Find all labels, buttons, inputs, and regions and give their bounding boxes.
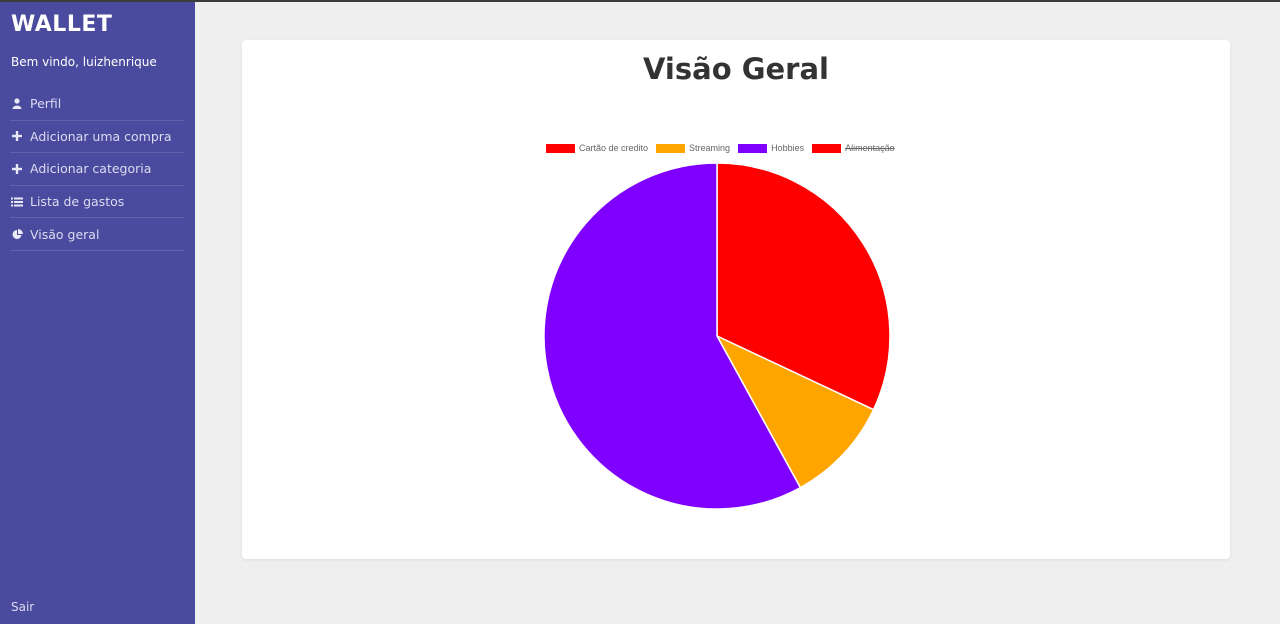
sidebar-item-label: Visão geral bbox=[30, 226, 100, 242]
chart-legend: Cartão de credito Streaming Hobbies Alim… bbox=[546, 143, 895, 153]
legend-swatch bbox=[656, 143, 686, 153]
legend-item-streaming[interactable]: Streaming bbox=[656, 143, 730, 153]
sidebar-item-label: Adicionar uma compra bbox=[30, 128, 172, 144]
window-top-border bbox=[0, 0, 1280, 2]
sidebar-item-label: Adicionar categoria bbox=[30, 161, 152, 177]
plus-icon bbox=[11, 130, 23, 142]
sidebar-item-visao-geral[interactable]: Visão geral bbox=[10, 218, 184, 251]
legend-item-cartao[interactable]: Cartão de credito bbox=[546, 143, 648, 153]
overview-card: Visão Geral Cartão de credito Streaming … bbox=[242, 40, 1230, 559]
legend-swatch bbox=[738, 143, 768, 153]
sidebar-item-lista-de-gastos[interactable]: Lista de gastos bbox=[10, 186, 184, 219]
legend-item-alimentacao[interactable]: Alimentação bbox=[812, 143, 895, 153]
user-icon bbox=[11, 98, 23, 110]
sidebar-item-label: Lista de gastos bbox=[30, 194, 125, 210]
page-title: Visão Geral bbox=[642, 52, 829, 86]
welcome-message: Bem vindo, luizhenrique bbox=[11, 55, 157, 69]
legend-label: Cartão de credito bbox=[579, 143, 649, 153]
legend-swatch bbox=[546, 143, 575, 153]
pie-chart bbox=[543, 162, 891, 510]
sidebar-item-label: Perfil bbox=[30, 96, 62, 112]
sidebar-item-perfil[interactable]: Perfil bbox=[10, 88, 184, 121]
legend-label: Alimentação bbox=[845, 143, 895, 153]
sidebar-menu: Perfil Adicionar uma compra Adicionar ca… bbox=[10, 88, 184, 251]
sidebar-item-adicionar-categoria[interactable]: Adicionar categoria bbox=[10, 153, 184, 186]
app-brand: WALLET bbox=[11, 12, 113, 37]
sidebar-item-adicionar-compra[interactable]: Adicionar uma compra bbox=[10, 121, 184, 154]
pie-chart-icon bbox=[11, 228, 23, 240]
logout-link[interactable]: Sair bbox=[11, 600, 34, 614]
list-icon bbox=[11, 196, 23, 208]
plus-icon bbox=[11, 163, 23, 175]
legend-swatch bbox=[812, 143, 842, 153]
sidebar: WALLET Bem vindo, luizhenrique Perfil Ad… bbox=[0, 0, 195, 624]
legend-label: Streaming bbox=[689, 143, 731, 153]
legend-label: Hobbies bbox=[771, 143, 805, 153]
legend-item-hobbies[interactable]: Hobbies bbox=[738, 143, 804, 153]
